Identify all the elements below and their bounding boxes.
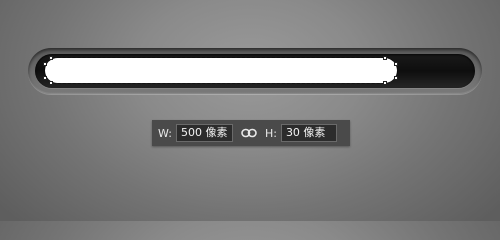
anchor-handle-left-top[interactable] [43,62,47,66]
anchor-handle-left-bottom[interactable] [43,76,47,80]
height-label: H: [264,126,277,140]
anchor-handle-top-left[interactable] [49,56,53,60]
link-chain-icon [241,128,257,138]
width-label: W: [158,126,172,140]
link-icon[interactable] [239,124,259,142]
anchor-handle-bottom-left[interactable] [49,81,53,85]
height-field[interactable]: 30 像素 [280,124,337,142]
width-field[interactable]: 500 像素 [175,124,233,142]
anchor-handle-top-right[interactable] [383,56,387,60]
dimension-toolbar: W: 500 像素 H: 30 像素 [152,120,350,146]
selected-rounded-rect-shape[interactable] [44,57,398,84]
anchor-handle-right-bottom[interactable] [394,76,398,80]
anchor-handle-right-top[interactable] [394,62,398,66]
anchor-handle-bottom-right[interactable] [383,81,387,85]
